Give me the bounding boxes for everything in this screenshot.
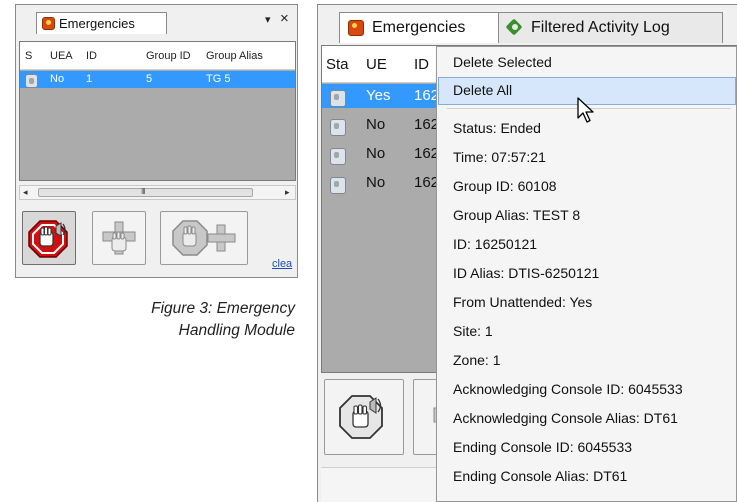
menu-item-id[interactable]: ID: 16250121 — [438, 231, 736, 259]
emergency-grid: S UEA ID Group ID Group Alias No 1 5 TG … — [19, 41, 296, 181]
cell-id: 1 — [86, 73, 93, 85]
figure-caption: Figure 3: Emergency Handling Module — [120, 298, 295, 342]
col-header-s[interactable]: S — [25, 50, 32, 62]
grid-header: S UEA ID Group ID Group Alias — [20, 42, 295, 70]
cell-ue: No — [366, 174, 386, 191]
emergency-module-panel: Emergencies ▾ × S UEA ID Group ID Group … — [15, 4, 298, 278]
acknowledge-hand-icon — [172, 220, 236, 256]
col-header-id[interactable]: ID — [414, 56, 429, 73]
pointer-cursor-icon — [577, 97, 594, 123]
menu-item-ack-console-id[interactable]: Acknowledging Console ID: 6045533 — [438, 376, 736, 404]
menu-item-ack-console-alias[interactable]: Acknowledging Console Alias: DT61 — [438, 405, 736, 433]
emergency-status-icon — [330, 177, 346, 194]
emergency-status-icon — [25, 74, 38, 88]
emergency-hand-icon — [339, 395, 383, 439]
menu-item-ending-console-id[interactable]: Ending Console ID: 6045533 — [438, 434, 736, 462]
scroll-left-icon[interactable]: ◂ — [23, 186, 28, 199]
col-header-group-id[interactable]: Group ID — [146, 50, 191, 62]
cell-ue: No — [366, 116, 386, 133]
scroll-grip: III — [141, 187, 146, 196]
tab-filtered-activity-log[interactable]: Filtered Activity Log — [498, 12, 723, 43]
cell-uea: No — [50, 73, 65, 85]
cell-ue: No — [366, 145, 386, 162]
menu-item-ending-console-alias[interactable]: Ending Console Alias: DT61 — [438, 463, 736, 491]
horizontal-scrollbar[interactable]: ◂ III ▸ — [19, 185, 296, 200]
add-emergency-button[interactable] — [92, 211, 146, 265]
col-header-status[interactable]: Sta — [326, 56, 349, 73]
scroll-right-icon[interactable]: ▸ — [285, 186, 290, 199]
emergency-alarm-button[interactable] — [22, 211, 76, 265]
table-row[interactable]: No 1 5 TG 5 — [20, 71, 295, 88]
tab-emergencies-label: Emergencies — [59, 16, 135, 31]
acknowledge-button[interactable] — [160, 211, 248, 265]
col-header-ue[interactable]: UE — [366, 56, 387, 73]
action-button-bar: clea — [16, 207, 297, 277]
scroll-thumb[interactable]: III — [38, 187, 253, 197]
table-row[interactable]: Yes 162 — [322, 84, 442, 108]
add-hand-icon — [102, 221, 136, 255]
emergency-status-icon — [330, 148, 346, 165]
tab-emergencies[interactable]: Emergencies — [339, 12, 499, 43]
menu-item-delete-selected[interactable]: Delete Selected — [438, 49, 736, 77]
table-row[interactable]: No 162 — [322, 113, 442, 137]
menu-item-zone[interactable]: Zone: 1 — [438, 347, 736, 375]
col-header-uea[interactable]: UEA — [50, 50, 73, 62]
col-header-group-alias[interactable]: Group Alias — [206, 50, 263, 62]
dropdown-arrow-icon[interactable]: ▾ — [265, 13, 271, 26]
caption-line-1: Figure 3: Emergency — [151, 300, 295, 317]
emergency-alarm-button[interactable] — [324, 379, 404, 455]
cell-group-id: 5 — [146, 73, 153, 85]
emergency-status-icon — [330, 90, 346, 107]
close-icon[interactable]: × — [280, 10, 289, 27]
tab-emergencies-label: Emergencies — [372, 19, 466, 36]
caption-line-2: Handling Module — [178, 322, 295, 339]
menu-item-group-alias[interactable]: Group Alias: TEST 8 — [438, 202, 736, 230]
menu-item-site[interactable]: Site: 1 — [438, 318, 736, 346]
emergency-status-icon — [330, 119, 346, 136]
emergency-hand-icon — [28, 220, 68, 258]
cell-ue: Yes — [366, 87, 391, 104]
menu-item-from-unattended[interactable]: From Unattended: Yes — [438, 289, 736, 317]
clear-link[interactable]: clea — [272, 258, 292, 270]
menu-item-time[interactable]: Time: 07:57:21 — [438, 144, 736, 172]
tab-emergencies[interactable]: Emergencies — [36, 12, 167, 34]
menu-item-id-alias[interactable]: ID Alias: DTIS-6250121 — [438, 260, 736, 288]
table-row[interactable]: No 162 — [322, 171, 442, 195]
cell-group-alias: TG 5 — [206, 73, 231, 85]
col-header-id[interactable]: ID — [86, 50, 97, 62]
tab-strip: Emergencies ▾ × — [16, 5, 297, 34]
table-row[interactable]: No 162 — [322, 142, 442, 166]
activity-log-icon — [507, 20, 523, 36]
siren-icon — [42, 17, 55, 30]
tab-activity-log-label: Filtered Activity Log — [531, 19, 670, 36]
siren-icon — [348, 20, 364, 36]
menu-item-group-id[interactable]: Group ID: 60108 — [438, 173, 736, 201]
